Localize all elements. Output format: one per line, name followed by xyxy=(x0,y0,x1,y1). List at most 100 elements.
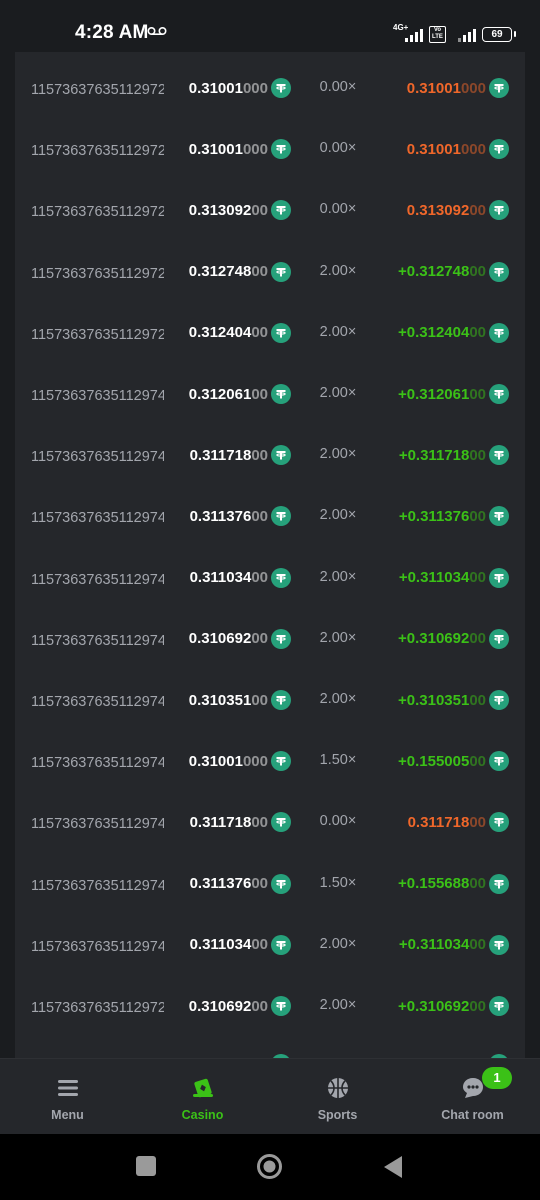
tether-icon xyxy=(271,996,291,1016)
bet-amount-value: 0.310351 xyxy=(188,691,252,709)
bet-amount-value: 0.31001 xyxy=(188,79,243,97)
bet-id: 11573637635112974 xyxy=(31,938,164,955)
bet-amount-value: 0.310692 xyxy=(188,997,252,1015)
bet-amount-value: 0.311376 xyxy=(189,507,252,525)
nav-chat-room[interactable]: 1 Chat room xyxy=(405,1059,540,1135)
bet-row[interactable]: 11573637635112972 0.31240400 2.00× +0.31240… xyxy=(15,300,525,361)
bet-amount: 0.31069200 xyxy=(189,628,291,650)
recents-button[interactable] xyxy=(135,1155,157,1177)
bet-amount: 0.31240400 xyxy=(189,322,291,344)
nav-menu[interactable]: Menu xyxy=(0,1059,135,1135)
signal-4g-icon: 4G+ xyxy=(393,23,423,42)
bet-payout-value: +0.311376 xyxy=(398,507,470,525)
bet-payout: +0.31069200 xyxy=(398,995,509,1017)
bet-row[interactable]: 11573637635112974 0.31069200 2.00× +0.31069… xyxy=(15,606,525,667)
bet-row[interactable]: 11573637635112974 0.31171800 0.00× 0.311718… xyxy=(15,789,525,850)
bottom-nav: Menu Casino Sports 1 Chat room xyxy=(0,1058,540,1135)
bet-amount-value: 0.310692 xyxy=(188,630,252,648)
bet-multiplier: 2.00× xyxy=(319,507,357,524)
bet-row[interactable]: 11573637635112972 0.31274800 2.00× +0.31274… xyxy=(15,239,525,300)
tether-icon xyxy=(271,322,291,343)
bet-row[interactable]: 11573637635112974 0.31103400 2.00× +0.31103… xyxy=(15,545,525,606)
bet-payout-dim: 00 xyxy=(469,201,486,219)
tether-icon xyxy=(489,812,509,833)
tether-symbol xyxy=(276,512,286,521)
bet-payout-value: 0.313092 xyxy=(406,201,470,219)
tether-symbol xyxy=(276,451,286,460)
tether-symbol xyxy=(276,145,286,154)
tether-icon xyxy=(271,628,291,649)
bet-amount-value: 0.312748 xyxy=(188,263,252,281)
nav-sports[interactable]: Sports xyxy=(270,1059,405,1135)
bet-row[interactable]: 11573637635112972 0.31069200 2.00× +0.31069… xyxy=(15,973,525,1034)
bet-row[interactable]: 11573637635112972 0.31001000 0.00× 0.310010… xyxy=(15,116,525,177)
bet-row[interactable]: 11573637635112974 0.31035100 2.00× +0.31035… xyxy=(15,667,525,728)
tether-symbol xyxy=(494,573,504,583)
tether-symbol xyxy=(494,451,504,460)
bet-row[interactable]: 11573637635112972 0.31309200 0.00× 0.313092… xyxy=(15,177,525,238)
nav-menu-label: Menu xyxy=(51,1108,84,1122)
bet-payout-value: +0.155688 xyxy=(397,875,470,893)
bet-multiplier: 2.00× xyxy=(319,935,357,952)
bet-multiplier: 0.00× xyxy=(319,79,357,95)
tether-icon xyxy=(489,934,509,955)
bet-amount-dim: 000 xyxy=(242,752,268,770)
bet-id: 11573637635112974 xyxy=(31,571,164,588)
bet-payout-value: +0.310692 xyxy=(397,630,470,648)
bet-payout-dim: 00 xyxy=(469,324,486,342)
bet-id: 11573637635112974 xyxy=(31,755,164,772)
tether-symbol xyxy=(276,1002,286,1011)
menu-icon xyxy=(57,1080,78,1096)
tether-icon xyxy=(271,934,291,955)
chat-badge: 1 xyxy=(482,1067,512,1089)
bet-amount-dim: 00 xyxy=(251,263,268,281)
bet-payout-value: +0.311034 xyxy=(398,569,470,587)
bet-amount-dim: 000 xyxy=(242,79,268,97)
home-button[interactable] xyxy=(256,1153,283,1180)
bet-multiplier: 2.00× xyxy=(319,568,357,585)
tether-icon xyxy=(271,261,291,282)
back-button[interactable] xyxy=(382,1155,404,1179)
bet-row[interactable]: 11573637635112974 0.31171800 2.00× +0.31171… xyxy=(15,422,525,483)
bet-amount: 0.31171800 xyxy=(190,811,291,833)
bet-id: 11573637635112972 xyxy=(31,265,164,282)
tether-symbol xyxy=(494,940,504,950)
bet-multiplier: 1.50× xyxy=(319,752,357,769)
bet-payout: +0.31069200 xyxy=(398,628,509,650)
tether-symbol xyxy=(276,84,286,93)
bet-payout-dim: 00 xyxy=(469,263,486,281)
bet-row[interactable]: 11573637635112972 0.31001000 0.00× 0.310010… xyxy=(15,55,525,116)
tether-icon xyxy=(489,628,509,649)
tether-symbol xyxy=(276,573,286,583)
bet-payout-dim: 00 xyxy=(469,446,486,464)
bets-list[interactable]: 11573637635112972 0.31001000 0.00× 0.310010… xyxy=(15,52,525,1058)
bet-row[interactable]: 11573637635112974 0.31206100 2.00× +0.31206… xyxy=(15,361,525,422)
bet-payout: +0.31206100 xyxy=(398,383,509,405)
tether-symbol xyxy=(276,267,286,277)
bet-amount-dim: 00 xyxy=(251,997,268,1015)
tether-symbol xyxy=(494,634,504,644)
bet-amount: 0.31001000 xyxy=(189,77,291,99)
bet-amount-dim: 00 xyxy=(251,385,268,403)
bet-amount: 0.31103400 xyxy=(190,934,291,956)
bet-amount: 0.31274800 xyxy=(189,261,291,283)
bet-amount-dim: 00 xyxy=(251,201,268,219)
bet-payout-dim: 000 xyxy=(460,79,486,97)
bet-row[interactable]: 11573637635112974 0.31001000 1.50× +0.15500… xyxy=(15,728,525,789)
nav-casino[interactable]: Casino xyxy=(135,1059,270,1135)
bet-payout-dim: 000 xyxy=(460,140,486,158)
bet-row[interactable]: 11573637635112974 0.31137600 2.00× +0.31137… xyxy=(15,483,525,544)
tether-icon xyxy=(271,506,291,527)
bet-multiplier: 2.00× xyxy=(319,997,357,1013)
bet-amount: 0.31001000 xyxy=(189,138,291,160)
tether-symbol xyxy=(494,1002,504,1011)
bet-amount-value: 0.31001 xyxy=(188,752,243,770)
bet-id: 11573637635112974 xyxy=(31,816,164,833)
bet-row[interactable]: 11573637635112974 0.31103400 2.00× +0.31103… xyxy=(15,912,525,973)
bet-id: 11573637635112972 xyxy=(31,82,164,98)
bet-payout: 0.31001000 xyxy=(407,138,509,160)
bet-multiplier: 2.00× xyxy=(319,262,357,279)
bet-row[interactable]: 11573637635112974 0.31137600 1.50× +0.15568… xyxy=(15,851,525,912)
bet-payout-dim: 00 xyxy=(469,630,486,648)
bet-payout-value: 0.31001 xyxy=(406,140,461,158)
